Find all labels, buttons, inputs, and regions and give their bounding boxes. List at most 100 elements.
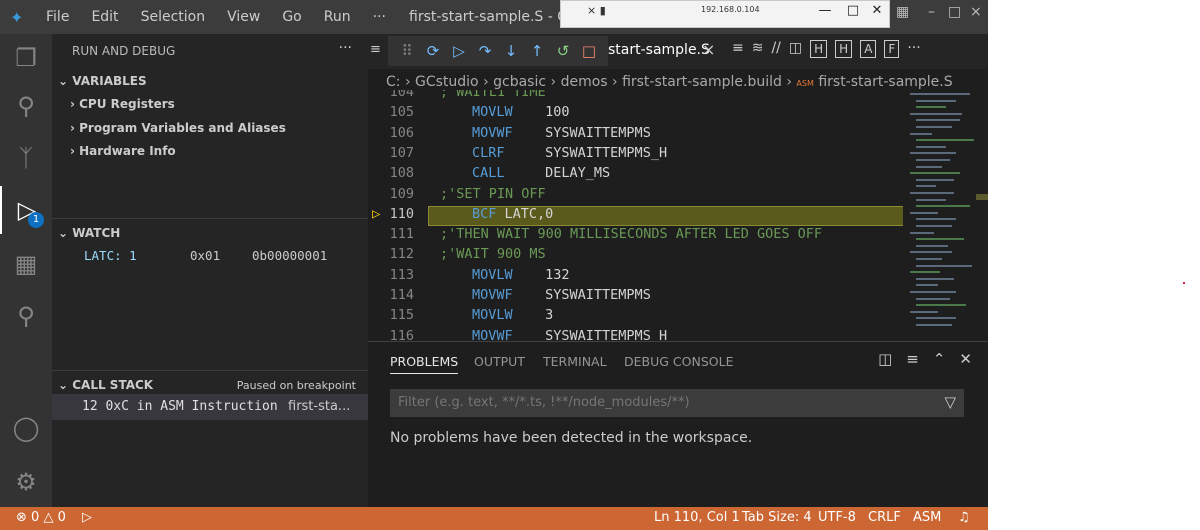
hex-icon[interactable]: H <box>810 40 828 58</box>
code-operand: DELAY_MS <box>545 165 611 182</box>
editor-area: ≡ ⠿ ⟳ ▷ ↷ ↓ ↑ ↺ □ start-sample.S × ≡ ≋ /… <box>368 34 988 507</box>
run-debug-icon[interactable]: ▷ 1 <box>0 186 52 234</box>
code-instruction: MOVWF <box>472 327 513 340</box>
code-line[interactable]: 106 MOVWF SYSWAITTEMPMS <box>368 125 903 145</box>
minimize-remote-icon[interactable]: — <box>815 3 835 23</box>
asm-icon[interactable]: H <box>835 40 853 58</box>
menu-go[interactable]: Go <box>282 9 301 25</box>
language-mode[interactable]: ASM <box>913 510 941 525</box>
call-stack-section-header[interactable]: ⌄ CALL STACK <box>58 378 153 392</box>
f-icon[interactable]: F <box>884 40 900 58</box>
a-icon[interactable]: A <box>860 40 877 58</box>
minimap-line <box>916 126 952 128</box>
maximize-icon[interactable]: □ <box>948 4 961 20</box>
close-panel-icon[interactable]: ✕ <box>959 350 972 368</box>
code-line[interactable]: ▷ 110 BCF LATC,0 <box>368 205 903 226</box>
settings-gear-icon[interactable]: ⚙ <box>0 458 52 506</box>
split-editor-icon[interactable]: ◫ <box>789 40 802 58</box>
code-line[interactable]: 114 MOVWF SYSWAITTEMPMS <box>368 287 903 307</box>
breadcrumb-gcstudio[interactable]: GCstudio <box>415 74 479 90</box>
continue-icon[interactable]: ▷ <box>446 42 472 60</box>
view-as-list-icon[interactable]: ≡ <box>906 350 919 368</box>
comment-icon[interactable]: // <box>771 40 780 58</box>
menu-view[interactable]: View <box>227 9 260 25</box>
encoding[interactable]: UTF-8 <box>818 510 856 525</box>
code-line[interactable]: 115 MOVLW 3 <box>368 307 903 327</box>
variables-item-program-variables[interactable]: › Program Variables and Aliases <box>70 121 286 135</box>
step-into-icon[interactable]: ↓ <box>498 42 524 60</box>
notifications-bell-icon[interactable]: ♫ <box>958 510 970 525</box>
code-line[interactable]: 108 CALL DELAY_MS <box>368 165 903 185</box>
watch-section-header[interactable]: ⌄ WATCH <box>58 226 120 240</box>
problems-status[interactable]: ⊗ 0 △ 0 ▷ <box>16 510 92 525</box>
breadcrumb-demos[interactable]: demos <box>561 74 608 90</box>
maximize-panel-icon[interactable]: ⌃ <box>933 350 946 368</box>
tab-first-start-sample[interactable]: start-sample.S <box>608 42 710 58</box>
filter-icon[interactable]: ▽ <box>944 393 956 411</box>
code-editor[interactable]: 104 ;'WAITL1 TIME 105 MOVLW 100 106 MOVWF SYS… <box>368 90 903 340</box>
variables-item-cpu-registers[interactable]: › CPU Registers <box>70 97 175 111</box>
minimap[interactable] <box>908 89 984 339</box>
menu-more[interactable]: ··· <box>373 9 386 25</box>
toolbar-grip-icon[interactable]: ⠿ <box>394 42 420 60</box>
menu-edit[interactable]: Edit <box>91 9 118 25</box>
extensions-icon[interactable]: ▦ <box>0 240 52 288</box>
tab-output[interactable]: OUTPUT <box>474 354 525 369</box>
remote-ip: 192.168.0.104 <box>701 5 760 14</box>
tab-problems[interactable]: PROBLEMS <box>390 354 459 374</box>
debug-status-icon[interactable]: ▷ <box>82 510 92 525</box>
breakpoint-arrow-icon[interactable]: ▷ <box>372 206 380 222</box>
collapse-all-icon[interactable]: ◫ <box>878 350 892 368</box>
line-ending[interactable]: CRLF <box>868 510 901 525</box>
call-stack-frame[interactable]: 12 0xC in ASM Instruction first-sta... <box>52 394 368 420</box>
breadcrumb-build[interactable]: first-start-sample.build <box>622 74 782 90</box>
code-line[interactable]: 105 MOVLW 100 <box>368 104 903 124</box>
restore-remote-icon[interactable]: □ <box>843 3 863 23</box>
explorer-icon[interactable]: ❐ <box>0 34 52 82</box>
minimap-line <box>916 297 950 300</box>
code-text: CLRF SYSWAITTEMPMS_H <box>472 145 667 161</box>
minimap-line <box>910 112 962 115</box>
minimap-line <box>916 258 942 260</box>
scrollbar-marker[interactable] <box>976 194 988 200</box>
drag-handle-icon: ≡ <box>370 42 381 57</box>
close-remote-icon[interactable]: ✕ <box>867 3 887 23</box>
tab-close-icon[interactable]: × <box>702 40 715 59</box>
tools-icon[interactable]: ⚲ <box>0 292 52 340</box>
step-out-icon[interactable]: ↑ <box>524 42 550 60</box>
code-line[interactable]: 109 ;'SET PIN OFF <box>368 186 903 206</box>
restart-frame-icon[interactable]: ⟳ <box>420 42 446 60</box>
source-control-icon[interactable]: ᛉ <box>0 134 52 182</box>
restart-icon[interactable]: ↺ <box>550 42 576 60</box>
code-line[interactable]: 112 ;'WAIT 900 MS <box>368 246 903 266</box>
breadcrumb-drive[interactable]: C: <box>386 74 401 90</box>
account-icon[interactable]: ◯ <box>0 404 52 452</box>
menu-file[interactable]: File <box>46 9 69 25</box>
variables-item-hardware-info[interactable]: › Hardware Info <box>70 144 176 158</box>
breadcrumb-gcbasic[interactable]: gcbasic <box>493 74 546 90</box>
code-line[interactable]: 111 ;'THEN WAIT 900 MILLISECONDS AFTER LE… <box>368 226 903 246</box>
settings-sliders-icon[interactable]: ≋ <box>752 40 764 58</box>
filter-input[interactable] <box>398 395 918 410</box>
breadcrumb-file[interactable]: first-start-sample.S <box>818 74 952 90</box>
menu-run[interactable]: Run <box>324 9 351 25</box>
tab-size[interactable]: Tab Size: 4 <box>742 510 812 525</box>
code-line[interactable]: 107 CLRF SYSWAITTEMPMS_H <box>368 145 903 165</box>
stop-icon[interactable]: □ <box>576 42 602 60</box>
variables-section-header[interactable]: ⌄ VARIABLES <box>58 74 147 88</box>
step-over-icon[interactable]: ↷ <box>472 42 498 60</box>
tab-debug-console[interactable]: DEBUG CONSOLE <box>624 354 733 369</box>
minimize-icon[interactable]: – <box>928 4 935 20</box>
tab-terminal[interactable]: TERMINAL <box>543 354 607 369</box>
search-icon[interactable]: ⚲ <box>0 82 52 130</box>
sidebar-more-button[interactable]: ··· <box>339 40 352 56</box>
cursor-position[interactable]: Ln 110, Col 1 <box>654 510 740 525</box>
more-actions-icon[interactable]: ··· <box>907 40 920 58</box>
menu-selection[interactable]: Selection <box>141 9 206 25</box>
code-line[interactable]: 113 MOVLW 132 <box>368 267 903 287</box>
outline-icon[interactable]: ≡ <box>732 40 744 58</box>
close-icon[interactable]: × <box>970 4 982 20</box>
code-line[interactable]: 116 MOVWF SYSWAITTEMPMS_H <box>368 328 903 340</box>
code-line[interactable]: 104 ;'WAITL1 TIME <box>368 90 903 104</box>
layout-icon[interactable]: ▦ <box>896 4 909 20</box>
